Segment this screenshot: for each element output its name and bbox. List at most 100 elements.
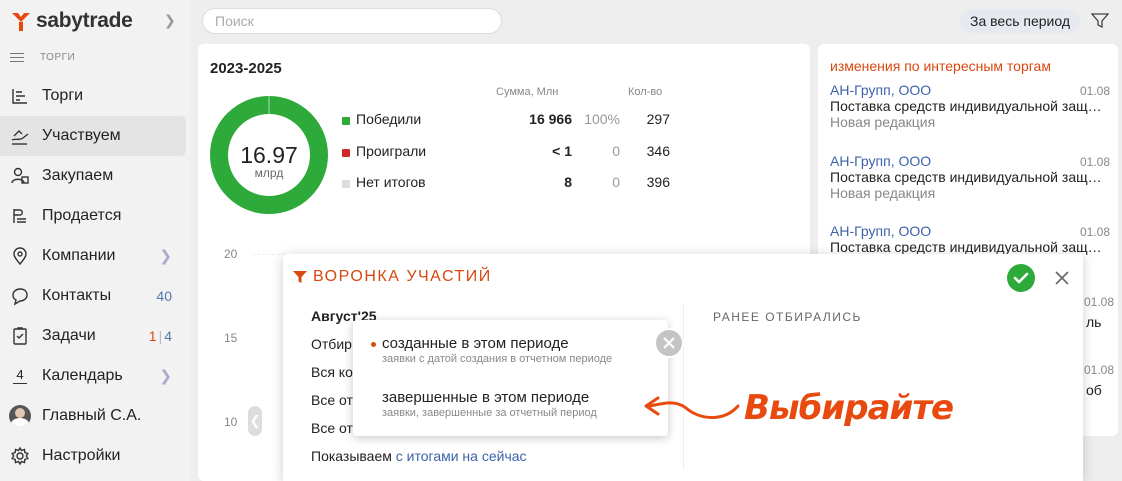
news-status: Новая редакция (830, 185, 936, 201)
donut-unit: млрд (254, 166, 284, 180)
legend-dot-red (342, 149, 350, 157)
calendar-icon: 4 (8, 364, 32, 388)
gear-icon (8, 444, 32, 468)
news-status: Новая редакция (830, 114, 936, 130)
news-text: Поставка средств индивидуальной защиты (830, 169, 1102, 185)
tasks-counter: 1 | 4 (149, 328, 172, 344)
row-label: Нет итогов (356, 174, 426, 190)
period-label: За весь период (970, 13, 1071, 29)
row-count: 396 (646, 174, 670, 190)
selected-dot-icon (371, 342, 376, 347)
filter-icon (293, 271, 307, 283)
news-date: 01.08 (1079, 155, 1110, 169)
legend-dot-green (342, 117, 350, 125)
list-item[interactable]: АН-Групп, ООО 01.08 Поставка средств инд… (830, 223, 1110, 255)
sidebar: sabytrade ❯ ТОРГИ Торги Участвуем Закупа… (0, 0, 190, 481)
row-sum: < 1 (552, 143, 572, 159)
search-input[interactable]: Поиск (202, 8, 502, 34)
row-count: 297 (646, 111, 670, 127)
chevron-right-icon[interactable]: ❯ (159, 247, 172, 265)
avatar (9, 405, 31, 427)
nav-item-auctions[interactable]: Торги (0, 76, 190, 116)
option-completed[interactable]: завершенные в этом периоде заявки, завер… (382, 389, 597, 419)
avatar-wrap (8, 404, 32, 428)
chevron-left-icon: ❮ (249, 413, 261, 428)
row-label: Победили (356, 111, 422, 127)
scroll-left-button[interactable]: ❮ (248, 406, 262, 436)
nav-label: Календарь (42, 367, 123, 384)
row-pct: 0 (612, 174, 620, 190)
nav-list: Торги Участвуем Закупаем Продается Компа… (0, 76, 190, 476)
row-label: Проиграли (356, 143, 427, 159)
nav-label: Контакты (42, 287, 112, 304)
option-created[interactable]: созданные в этом периоде заявки с датой … (382, 335, 612, 365)
list-item[interactable]: АН-Групп, ООО 01.08 Поставка средств инд… (830, 153, 1110, 201)
nav-item-profile[interactable]: Главный С.А. (0, 396, 190, 436)
news-company: АН-Групп, ООО (830, 82, 932, 98)
nav-item-settings[interactable]: Настройки (0, 436, 190, 476)
result-row-none[interactable]: Нет итогов 8 0 396 (342, 174, 672, 194)
auction-icon (8, 84, 32, 108)
nav-item-tasks[interactable]: Задачи 1 | 4 (0, 316, 190, 356)
news-date: 01.08 (1084, 295, 1115, 309)
sell-icon (8, 204, 32, 228)
period-selector[interactable]: За весь период (960, 9, 1081, 33)
nav-label: Главный С.А. (42, 407, 142, 424)
confirm-button[interactable] (1007, 264, 1035, 292)
tasks-count-sep: | (158, 328, 163, 344)
nav-item-calendar[interactable]: 4 Календарь ❯ (0, 356, 190, 396)
option-subtitle: заявки, завершенные за отчетный период (382, 407, 597, 419)
previous-heading: РАНЕЕ ОТБИРАЛИСЬ (713, 310, 862, 324)
news-text-fragment: об (1086, 382, 1102, 398)
close-button[interactable] (1051, 267, 1073, 289)
contacts-count: 40 (156, 288, 172, 304)
funnel-line[interactable]: Все от (311, 420, 353, 436)
calendar-day: 4 (16, 366, 24, 382)
funnel-line[interactable]: Вся ко (311, 364, 353, 380)
donut-value: 16.97 (240, 142, 298, 168)
logo[interactable]: sabytrade (10, 8, 133, 34)
chevron-right-icon[interactable]: ❯ (159, 367, 172, 385)
filter-icon[interactable] (1090, 13, 1110, 34)
location-icon (8, 244, 32, 268)
news-text-fragment: ль (1086, 314, 1102, 330)
dialog-title-text: ВОРОНКА УЧАСТИЙ (313, 268, 492, 285)
nav-item-sell[interactable]: Продается (0, 196, 190, 236)
nav-label: Компании (42, 247, 116, 264)
funnel-line[interactable]: Отбир (311, 336, 352, 352)
section-title: ТОРГИ (40, 51, 76, 63)
chat-icon (8, 284, 32, 308)
result-row-lost[interactable]: Проиграли < 1 0 346 (342, 143, 672, 163)
nav-item-contacts[interactable]: Контакты 40 (0, 276, 190, 316)
nav-label: Торги (42, 87, 84, 104)
chevron-right-icon[interactable]: ❯ (164, 12, 176, 29)
check-icon (1013, 272, 1029, 284)
menu-icon[interactable] (10, 50, 24, 65)
funnel-line[interactable]: Все от (311, 392, 353, 408)
participate-icon (8, 124, 32, 148)
result-row-won[interactable]: Победили 16 966 100% 297 (342, 111, 672, 131)
tasks-count-blue: 4 (164, 328, 172, 344)
nav-label: Продается (42, 207, 122, 224)
results-mode-link[interactable]: с итогами на сейчас (396, 448, 527, 464)
row-sum: 16 966 (529, 111, 572, 127)
row-sum: 8 (564, 174, 572, 190)
nav-item-companies[interactable]: Компании ❯ (0, 236, 190, 276)
changes-title[interactable]: изменения по интересным торгам (830, 58, 1051, 74)
nav-item-purchase[interactable]: Закупаем (0, 156, 190, 196)
nav-item-participate[interactable]: Участвуем (0, 116, 186, 156)
logo-text: sabytrade (36, 9, 133, 32)
news-date: 01.08 (1079, 225, 1110, 239)
logo-mark-icon (10, 10, 32, 32)
list-item[interactable]: АН-Групп, ООО 01.08 Поставка средств инд… (830, 82, 1110, 130)
section-header[interactable]: ТОРГИ (10, 50, 75, 65)
col-count-header: Кол-во (628, 86, 663, 98)
option-title: завершенные в этом периоде (382, 389, 590, 406)
axis-tick: 10 (224, 415, 238, 429)
search-placeholder: Поиск (215, 13, 254, 29)
period-title: 2023-2025 (210, 60, 282, 77)
annotation-text: Выбирайте (744, 388, 954, 428)
popup-close-button[interactable] (654, 328, 684, 358)
tasks-count-red: 1 (148, 328, 157, 344)
news-company: АН-Групп, ООО (830, 223, 932, 239)
